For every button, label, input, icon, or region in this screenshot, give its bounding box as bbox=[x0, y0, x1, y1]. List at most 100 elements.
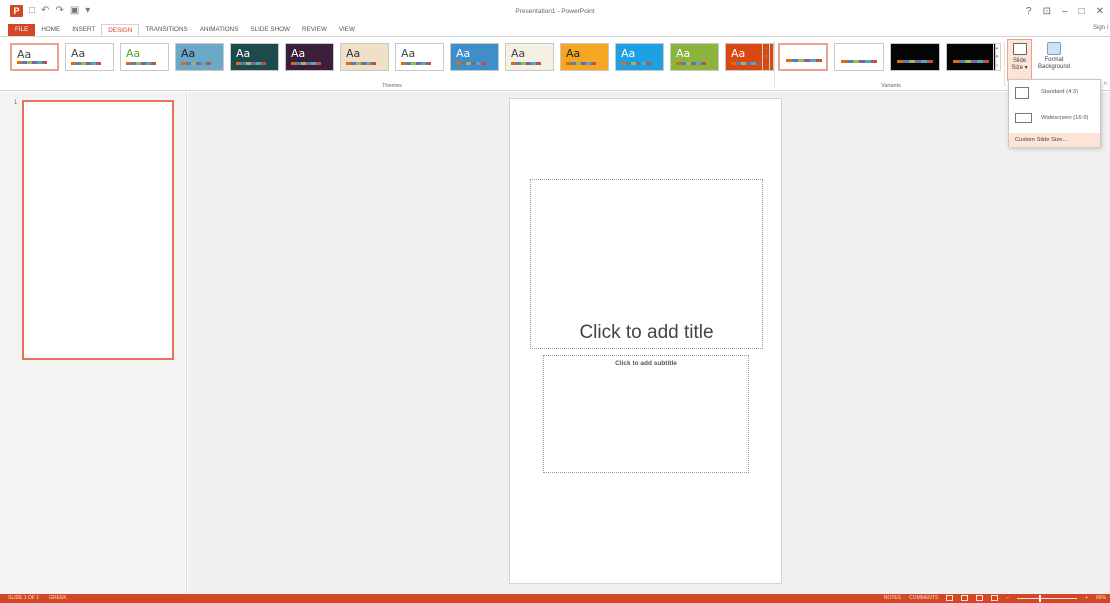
theme-color-bar bbox=[566, 62, 596, 65]
zoom-level[interactable]: 66% bbox=[1096, 595, 1106, 601]
theme-thumbnail[interactable]: Aa bbox=[450, 43, 499, 71]
variants-gallery bbox=[778, 43, 996, 71]
tab-design[interactable]: DESIGN bbox=[101, 23, 140, 37]
tab-animations[interactable]: ANIMATIONS bbox=[194, 24, 245, 36]
sign-in-link[interactable]: Sign i bbox=[1093, 25, 1108, 31]
theme-sample-text: Aa bbox=[621, 47, 636, 60]
tab-insert[interactable]: INSERT bbox=[66, 24, 101, 36]
theme-sample-text: Aa bbox=[71, 47, 86, 60]
slide-count: SLIDE 1 OF 1 bbox=[8, 595, 40, 601]
slide-size-button[interactable]: Slide Size ▾ bbox=[1007, 39, 1032, 81]
theme-sample-text: Aa bbox=[566, 47, 581, 60]
normal-view-icon[interactable] bbox=[946, 595, 954, 601]
zoom-out-icon[interactable]: – bbox=[1006, 595, 1009, 601]
slide-number: 1 bbox=[14, 100, 18, 106]
theme-thumbnail[interactable]: Aa bbox=[340, 43, 389, 71]
tab-slide-show[interactable]: SLIDE SHOW bbox=[244, 24, 296, 36]
theme-color-bar bbox=[676, 62, 706, 65]
tab-home[interactable]: HOME bbox=[35, 24, 66, 36]
theme-thumbnail[interactable]: Aa bbox=[615, 43, 664, 71]
minimize-icon[interactable]: – bbox=[1062, 6, 1068, 17]
theme-sample-text: Aa bbox=[181, 47, 196, 60]
collapse-ribbon-icon[interactable]: ^ bbox=[1104, 82, 1107, 89]
theme-color-bar bbox=[71, 62, 101, 65]
theme-color-bar bbox=[291, 62, 321, 65]
reading-view-icon[interactable] bbox=[976, 595, 984, 601]
format-background-label: Format Background bbox=[1037, 57, 1071, 70]
slide-thumbnail-pane: 1 bbox=[0, 92, 187, 594]
zoom-in-icon[interactable]: + bbox=[1085, 595, 1088, 601]
tab-review[interactable]: REVIEW bbox=[296, 24, 333, 36]
help-icon[interactable]: ? bbox=[1026, 6, 1032, 17]
slide-canvas: Click to add title Click to add subtitle bbox=[509, 98, 782, 584]
subtitle-placeholder-text: Click to add subtitle bbox=[615, 360, 677, 367]
theme-sample-text: Aa bbox=[126, 47, 141, 60]
theme-thumbnail[interactable]: Aa bbox=[560, 43, 609, 71]
close-icon[interactable]: ✕ bbox=[1096, 6, 1104, 17]
theme-sample-text: Aa bbox=[17, 48, 32, 61]
menu-item-standard[interactable]: Standard (4:3) bbox=[1009, 86, 1100, 100]
restore-icon[interactable]: □ bbox=[1079, 6, 1085, 17]
variant-1[interactable] bbox=[778, 43, 828, 71]
notes-button[interactable]: NOTES bbox=[884, 595, 901, 601]
theme-sample-text: Aa bbox=[291, 47, 306, 60]
themes-gallery-scroll[interactable]: ▴ ▾ ▿ bbox=[762, 43, 770, 71]
slide-sorter-view-icon[interactable] bbox=[961, 595, 969, 601]
theme-color-bar bbox=[17, 61, 47, 64]
slide-show-view-icon[interactable] bbox=[991, 595, 999, 601]
theme-thumbnail[interactable]: Aa bbox=[505, 43, 554, 71]
zoom-slider-thumb[interactable] bbox=[1039, 594, 1042, 602]
ribbon-display-options-icon[interactable]: ⊡ bbox=[1043, 6, 1051, 17]
slide-size-label: Slide Size ▾ bbox=[1011, 58, 1028, 71]
theme-thumbnail[interactable]: Aa bbox=[65, 43, 114, 71]
theme-thumbnail[interactable]: Aa bbox=[175, 43, 224, 71]
group-separator bbox=[774, 41, 775, 87]
comments-button[interactable]: COMMENTS bbox=[909, 595, 938, 601]
theme-color-bar bbox=[731, 62, 761, 65]
tab-file[interactable]: FILE bbox=[8, 24, 36, 36]
theme-thumbnail[interactable]: Aa bbox=[285, 43, 334, 71]
theme-color-bar bbox=[456, 62, 486, 65]
title-bar: P □ ↶ ↷ ▣ ▾ Presentation1 - PowerPoint ?… bbox=[0, 0, 1110, 31]
subtitle-placeholder[interactable]: Click to add subtitle bbox=[543, 355, 749, 473]
window-controls: ? ⊡ – □ ✕ bbox=[1026, 6, 1104, 17]
slide-editor: Click to add title Click to add subtitle bbox=[188, 92, 1110, 594]
theme-color-bar bbox=[126, 62, 156, 65]
variant-4[interactable] bbox=[946, 43, 996, 71]
theme-sample-text: Aa bbox=[236, 47, 251, 60]
theme-color-bar bbox=[401, 62, 431, 65]
themes-gallery: Aa Aa Aa Aa Aa Aa Aa Aa Aa Aa Aa Aa Aa Aa bbox=[10, 43, 774, 71]
widescreen-ratio-icon bbox=[1015, 113, 1032, 123]
theme-sample-text: Aa bbox=[511, 47, 526, 60]
theme-sample-text: Aa bbox=[346, 47, 361, 60]
language[interactable]: GREEK bbox=[49, 595, 67, 601]
theme-thumbnail[interactable]: Aa bbox=[670, 43, 719, 71]
status-bar: SLIDE 1 OF 1 GREEK NOTES COMMENTS – + 66… bbox=[0, 594, 1110, 603]
theme-thumbnail[interactable]: Aa bbox=[230, 43, 279, 71]
format-background-button[interactable]: Format Background bbox=[1034, 39, 1074, 81]
slide-size-dropdown: Standard (4:3) Widescreen (16:9) Custom … bbox=[1008, 79, 1101, 147]
theme-sample-text: Aa bbox=[731, 47, 746, 60]
variants-gallery-scroll[interactable]: ▴ ▾ ▿ bbox=[993, 43, 1001, 71]
menu-item-custom-label: Custom Slide Size... bbox=[1015, 137, 1068, 143]
theme-thumbnail[interactable]: Aa bbox=[395, 43, 444, 71]
menu-item-standard-label: Standard (4:3) bbox=[1041, 89, 1079, 95]
variants-group-label: Variants bbox=[881, 83, 901, 89]
ribbon-tabs: FILE HOME INSERT DESIGN TRANSITIONS ANIM… bbox=[0, 23, 361, 37]
theme-thumbnail[interactable]: Aa bbox=[10, 43, 59, 71]
window-title: Presentation1 - PowerPoint bbox=[515, 8, 595, 15]
title-placeholder[interactable]: Click to add title bbox=[530, 179, 763, 349]
variant-2[interactable] bbox=[834, 43, 884, 71]
menu-item-custom-slide-size[interactable]: Custom Slide Size... bbox=[1009, 133, 1100, 147]
theme-sample-text: Aa bbox=[456, 47, 471, 60]
theme-color-bar bbox=[346, 62, 376, 65]
variant-3[interactable] bbox=[890, 43, 940, 71]
slide-thumbnail[interactable] bbox=[22, 100, 174, 360]
zoom-slider[interactable] bbox=[1017, 594, 1078, 602]
theme-thumbnail[interactable]: Aa bbox=[120, 43, 169, 71]
tab-view[interactable]: VIEW bbox=[333, 24, 361, 36]
slide-size-icon bbox=[1012, 43, 1027, 55]
tab-transitions[interactable]: TRANSITIONS bbox=[139, 24, 193, 36]
theme-color-bar bbox=[236, 62, 266, 65]
menu-item-widescreen[interactable]: Widescreen (16:9) bbox=[1009, 112, 1100, 126]
